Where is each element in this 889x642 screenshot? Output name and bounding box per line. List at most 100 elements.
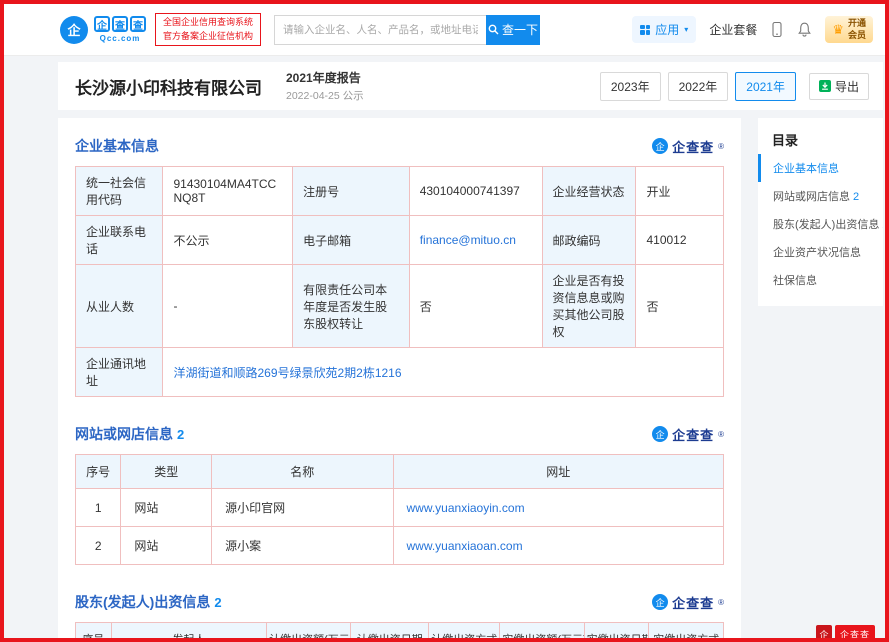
search-input[interactable]: [274, 15, 486, 45]
table-row: 统一社会信用代码 91430104MA4TCCNQ8T 注册号 43010400…: [76, 167, 724, 216]
uscc-value: 91430104MA4TCCNQ8T: [163, 167, 293, 216]
website-no: 1: [76, 489, 121, 527]
website-no: 2: [76, 527, 121, 565]
col-header-paid-date: 实缴出资日期: [584, 623, 649, 642]
address-label: 企业通讯地址: [76, 348, 163, 397]
shareholder-count: 2: [214, 595, 221, 610]
email-value: finance@mituo.cn: [409, 216, 542, 265]
qcc-domain: Qcc.com: [94, 34, 146, 43]
table-header-row: 序号 发起人 认缴出资额(万元) 认缴出资日期 认缴出资方式 实缴出资额(万元)…: [76, 623, 724, 642]
top-nav: 应用 ▾ 企业套餐 ♛ 开通 会员: [632, 16, 873, 43]
regno-label: 注册号: [293, 167, 410, 216]
registered-mark: ®: [718, 598, 724, 607]
search-button[interactable]: 查一下: [486, 15, 540, 45]
phone-label: 企业联系电话: [76, 216, 163, 265]
year-tab-2022[interactable]: 2022年: [668, 72, 729, 101]
year-tab-2023[interactable]: 2023年: [600, 72, 661, 101]
qcc-brand-text: 企查查: [672, 593, 714, 612]
website-url: www.yuanxiaoan.com: [393, 527, 723, 565]
website-table: 序号 类型 名称 网址 1 网站 源小印官网 www.yuanxiaoyin.c…: [75, 454, 724, 565]
certification-badge: 全国企业信用查询系统 官方备案企业征信机构: [155, 13, 261, 45]
top-header: 企 企 查 查 Qcc.com 全国企业信用查询系统 官方备案企业征信机构 查一…: [4, 4, 885, 56]
report-title: 2021年度报告: [286, 69, 364, 86]
website-url-link[interactable]: www.yuanxiaoyin.com: [407, 501, 525, 515]
investment-label: 企业是否有投资信息息或购买其他公司股权: [542, 265, 636, 348]
basic-info-table: 统一社会信用代码 91430104MA4TCCNQ8T 注册号 43010400…: [75, 166, 724, 397]
status-label: 企业经营状态: [542, 167, 636, 216]
search-bar: 查一下: [274, 15, 540, 45]
status-value: 开业: [636, 167, 724, 216]
col-header-promoter: 发起人: [111, 623, 267, 642]
regno-value: 430104000741397: [409, 167, 542, 216]
table-header-row: 序号 类型 名称 网址: [76, 455, 724, 489]
notifications-button[interactable]: [797, 21, 812, 38]
col-header-sub-method: 认缴出资方式: [429, 623, 500, 642]
section-title-websites: 网站或网店信息2: [75, 424, 184, 444]
qcc-mini-icon: 企: [652, 594, 668, 610]
address-value: 洋湖街道和顺路269号绿景欣苑2期2栋1216: [163, 348, 724, 397]
registered-mark: ®: [718, 430, 724, 439]
export-icon: [819, 80, 831, 92]
investment-value: 否: [636, 265, 724, 348]
section-title-basic-info: 企业基本信息: [75, 136, 159, 156]
crown-icon: ♛: [832, 23, 844, 36]
report-main-panel: 企业基本信息 企 企查查 ® 统一社会信用代码 91430104MA4TCCNQ…: [58, 118, 741, 642]
website-row: 1 网站 源小印官网 www.yuanxiaoyin.com: [76, 489, 724, 527]
cert-line1: 全国企业信用查询系统: [163, 16, 253, 29]
col-header-no: 序号: [76, 455, 121, 489]
qcc-brand-stamp: 企 企查查 ®: [652, 137, 724, 156]
chevron-down-icon: ▾: [684, 25, 688, 34]
postcode-value: 410012: [636, 216, 724, 265]
qcc-mini-icon: 企: [652, 138, 668, 154]
phone-icon: [770, 21, 784, 38]
toc-item-websites[interactable]: 网站或网店信息2: [758, 182, 883, 210]
toc-item-basic-info[interactable]: 企业基本信息: [758, 154, 883, 182]
equity-transfer-label: 有限责任公司本年度是否发生股东股权转让: [293, 265, 410, 348]
year-switcher: 2023年 2022年 2021年 导出: [600, 72, 869, 101]
website-url-link[interactable]: www.yuanxiaoan.com: [407, 539, 523, 553]
col-header-paid-amount: 实缴出资额(万元): [500, 623, 584, 642]
employees-label: 从业人数: [76, 265, 163, 348]
website-row: 2 网站 源小案 www.yuanxiaoan.com: [76, 527, 724, 565]
apps-menu[interactable]: 应用 ▾: [632, 16, 696, 43]
toc-item-shareholders[interactable]: 股东(发起人)出资信息2: [758, 210, 883, 238]
vip-label: 开通 会员: [848, 18, 866, 41]
employees-value: -: [163, 265, 293, 348]
apps-label: 应用: [655, 21, 679, 38]
col-header-url: 网址: [393, 455, 723, 489]
address-link[interactable]: 洋湖街道和顺路269号绿景欣苑2期2栋1216: [173, 366, 401, 380]
table-row: 从业人数 - 有限责任公司本年度是否发生股东股权转让 否 企业是否有投资信息息或…: [76, 265, 724, 348]
year-tab-2021[interactable]: 2021年: [735, 72, 796, 101]
qcc-logo-icon: 企: [60, 16, 88, 44]
search-icon: [488, 24, 499, 35]
cert-line2: 官方备案企业征信机构: [163, 30, 253, 43]
report-publish-date: 2022-04-25 公示: [286, 88, 364, 103]
vip-upgrade-button[interactable]: ♛ 开通 会员: [825, 16, 873, 43]
uscc-label: 统一社会信用代码: [76, 167, 163, 216]
col-header-paid-method: 实缴出资方式: [649, 623, 724, 642]
toc-item-social-security[interactable]: 社保信息: [758, 266, 883, 294]
qcc-brand-text: 企查查: [672, 425, 714, 444]
qcc-logo[interactable]: 企 企 查 查 Qcc.com: [60, 16, 146, 44]
bell-icon: [797, 21, 812, 38]
logo-char: 查: [130, 16, 146, 32]
email-label: 电子邮箱: [293, 216, 410, 265]
email-link[interactable]: finance@mituo.cn: [420, 233, 516, 247]
col-header-name: 名称: [212, 455, 393, 489]
report-meta: 2021年度报告 2022-04-25 公示: [286, 69, 364, 103]
enterprise-package-link[interactable]: 企业套餐: [709, 21, 757, 38]
qcc-brand-text: 企查查: [672, 137, 714, 156]
export-button[interactable]: 导出: [809, 73, 869, 100]
toc-item-assets[interactable]: 企业资产状况信息: [758, 238, 883, 266]
website-url: www.yuanxiaoyin.com: [393, 489, 723, 527]
qcc-brand-stamp: 企 企查查 ®: [652, 593, 724, 612]
mobile-app-button[interactable]: [770, 21, 784, 38]
website-type: 网站: [121, 527, 212, 565]
table-row: 企业通讯地址 洋湖街道和顺路269号绿景欣苑2期2栋1216: [76, 348, 724, 397]
logo-char: 企: [94, 16, 110, 32]
qcc-logo-wordmark: 企 查 查: [94, 16, 146, 32]
website-name: 源小案: [212, 527, 393, 565]
col-header-sub-date: 认缴出资日期: [351, 623, 429, 642]
page-frame: 企 企 查 查 Qcc.com 全国企业信用查询系统 官方备案企业征信机构 查一…: [0, 0, 889, 642]
website-name: 源小印官网: [212, 489, 393, 527]
